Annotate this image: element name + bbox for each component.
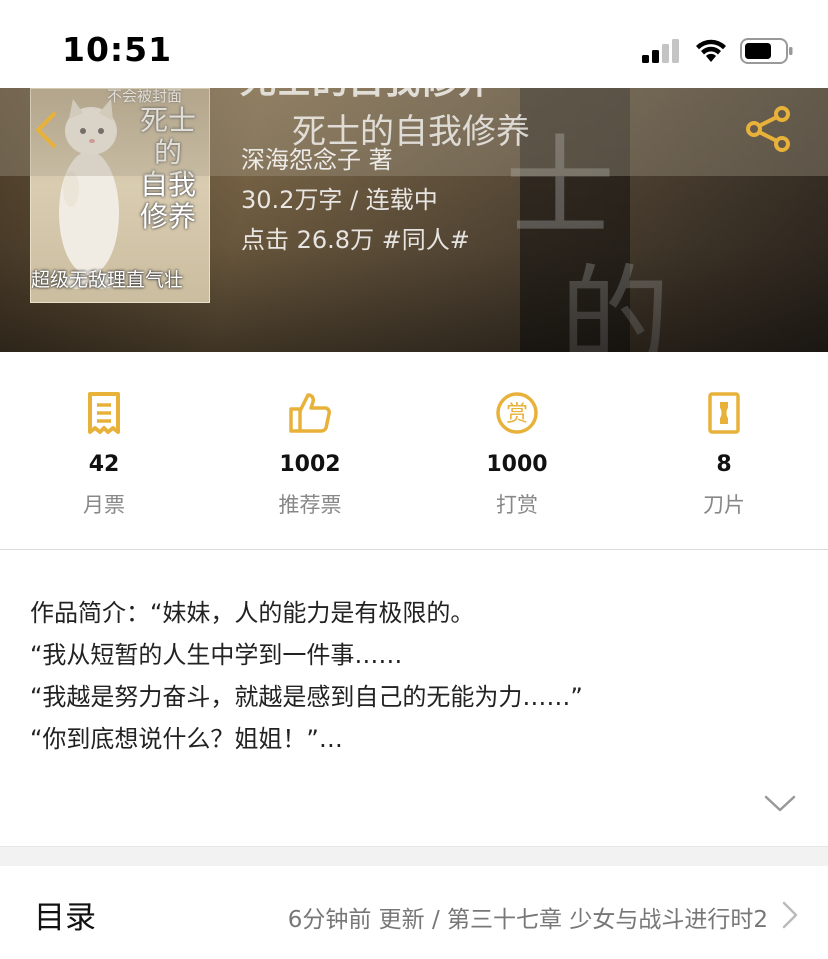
status-icons [642, 36, 794, 66]
section-divider [0, 846, 828, 866]
stat-value: 8 [716, 452, 732, 477]
stats-row: 42 月票 1002 推荐票 赏 1000 打赏 8 刀片 [0, 352, 828, 550]
thumbs-up-icon [289, 393, 331, 433]
expand-chevron-icon[interactable] [764, 794, 796, 814]
stat-label: 月票 [83, 493, 125, 517]
intro-line: 作品简介：“妹妹，人的能力是有极限的。 [30, 599, 475, 627]
stat-value: 1002 [279, 452, 341, 477]
stat-reward[interactable]: 赏 1000 打赏 [447, 388, 587, 519]
battery-icon [740, 38, 793, 64]
stat-monthly-ticket[interactable]: 42 月票 [34, 388, 174, 519]
svg-text:赏: 赏 [506, 402, 528, 427]
stat-blade[interactable]: 8 刀片 [654, 388, 794, 519]
back-icon[interactable] [30, 110, 60, 150]
cover-title-line: 修养 [139, 200, 196, 233]
reward-coin-icon: 赏 [496, 392, 538, 434]
chevron-right-icon [782, 901, 798, 929]
book-author[interactable]: 深海怨念子 著 [241, 140, 393, 175]
stat-label: 打赏 [496, 493, 538, 517]
signal-icon [642, 39, 679, 63]
toc-label: 目录 [34, 900, 96, 936]
cover-bottom-text: 超级无敌理直气壮 [31, 269, 184, 291]
intro-line: “我从短暂的人生中学到一件事…… [30, 641, 403, 669]
share-icon[interactable] [744, 106, 792, 152]
stat-label: 推荐票 [278, 493, 342, 517]
book-clicks-tag: 点击 26.8万 #同人# [241, 226, 470, 254]
wifi-icon [696, 39, 726, 62]
status-time: 10:51 [62, 30, 173, 69]
stat-recommend-ticket[interactable]: 1002 推荐票 [240, 388, 380, 519]
stat-value: 42 [88, 452, 120, 477]
status-bar: 10:51 [0, 0, 828, 88]
toc-latest-update: 6分钟前 更新 / 第三十七章 少女与战斗进行时2 [287, 907, 768, 933]
intro-line: “你到底想说什么？姐姐！”… [30, 725, 343, 753]
intro-line: “我越是努力奋斗，就越是感到自己的无能为力……” [30, 683, 583, 711]
stat-value: 1000 [486, 452, 548, 477]
blade-icon [708, 392, 740, 434]
ticket-icon [88, 392, 120, 434]
book-intro[interactable]: 作品简介：“妹妹，人的能力是有极限的。 “我从短暂的人生中学到一件事…… “我越… [30, 592, 800, 760]
book-word-count-status: 30.2万字 / 连载中 [241, 186, 438, 214]
toc-row[interactable]: 目录 6分钟前 更新 / 第三十七章 少女与战斗进行时2 [0, 866, 828, 959]
stat-label: 刀片 [703, 493, 745, 517]
